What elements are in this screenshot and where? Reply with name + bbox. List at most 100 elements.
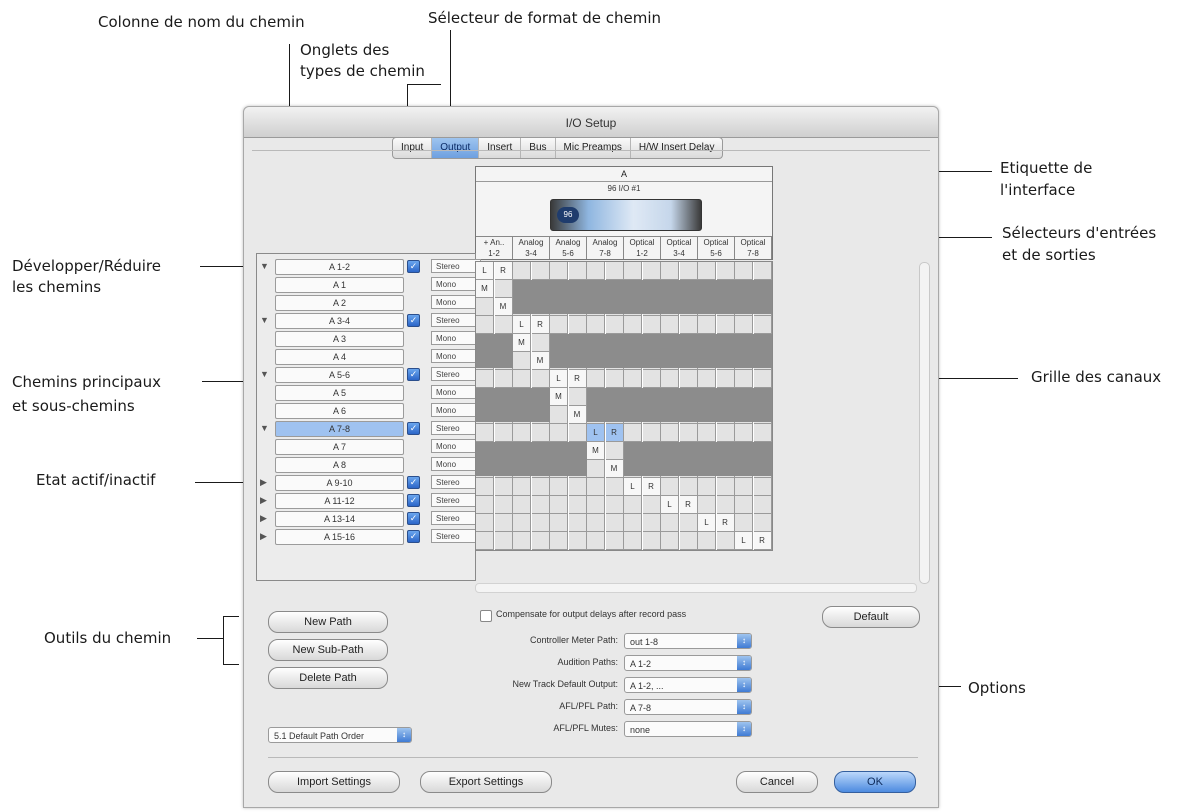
- new-sub-path-button[interactable]: New Sub-Path: [268, 639, 388, 661]
- active-state-checkbox[interactable]: ✓: [407, 422, 420, 435]
- grid-cell[interactable]: [642, 424, 661, 442]
- grid-cell[interactable]: [568, 262, 587, 280]
- grid-cell[interactable]: [587, 496, 605, 514]
- grid-cell[interactable]: [679, 514, 698, 532]
- grid-cell[interactable]: [698, 424, 716, 442]
- grid-cell[interactable]: [753, 262, 772, 280]
- channel-selector[interactable]: Optical 5-6: [698, 237, 735, 259]
- grid-cell[interactable]: [735, 478, 753, 496]
- option-dropdown[interactable]: none ↕: [624, 721, 752, 737]
- interface-label[interactable]: A: [476, 167, 772, 182]
- channel-selector[interactable]: Optical 1-2: [624, 237, 661, 259]
- grid-cell[interactable]: [476, 478, 494, 496]
- assigned-left-cell[interactable]: L: [661, 496, 679, 514]
- grid-cell[interactable]: [587, 532, 605, 550]
- assigned-left-cell[interactable]: L: [513, 316, 531, 334]
- path-name-field[interactable]: A 5-6: [275, 367, 404, 383]
- grid-cell[interactable]: [716, 496, 735, 514]
- grid-cell[interactable]: [494, 424, 513, 442]
- path-name-field[interactable]: A 2: [275, 295, 404, 311]
- tab-input[interactable]: Input: [393, 138, 433, 158]
- path-name-field[interactable]: A 15-16: [275, 529, 404, 545]
- assigned-mono-cell[interactable]: M: [513, 334, 531, 352]
- grid-cell[interactable]: [716, 478, 735, 496]
- grid-cell[interactable]: [605, 262, 624, 280]
- grid-cell[interactable]: [476, 424, 494, 442]
- path-format-selector[interactable]: Stereo: [431, 511, 481, 525]
- grid-cell[interactable]: [735, 370, 753, 388]
- assigned-left-cell[interactable]: L: [735, 532, 753, 550]
- path-format-selector[interactable]: Mono: [431, 385, 481, 399]
- grid-cell[interactable]: [531, 496, 550, 514]
- assigned-left-cell[interactable]: L: [476, 262, 494, 280]
- grid-cell[interactable]: [679, 370, 698, 388]
- grid-cell[interactable]: [494, 370, 513, 388]
- expand-triangle-icon[interactable]: ▶: [260, 513, 267, 524]
- grid-cell[interactable]: [531, 370, 550, 388]
- path-format-selector[interactable]: Mono: [431, 277, 481, 291]
- collapse-triangle-icon[interactable]: ▼: [260, 315, 269, 325]
- grid-cell[interactable]: [624, 316, 642, 334]
- path-name-field[interactable]: A 1: [275, 277, 404, 293]
- grid-cell[interactable]: [735, 262, 753, 280]
- path-format-selector[interactable]: Stereo: [431, 367, 481, 381]
- grid-cell[interactable]: [642, 316, 661, 334]
- grid-cell[interactable]: [661, 316, 679, 334]
- assigned-mono-cell[interactable]: M: [550, 388, 568, 406]
- path-format-selector[interactable]: Mono: [431, 331, 481, 345]
- grid-cell[interactable]: [605, 532, 624, 550]
- path-name-field[interactable]: A 8: [275, 457, 404, 473]
- option-dropdown[interactable]: A 1-2 ↕: [624, 655, 752, 671]
- active-state-checkbox[interactable]: ✓: [407, 494, 420, 507]
- ok-button[interactable]: OK: [834, 771, 916, 793]
- collapse-triangle-icon[interactable]: ▼: [260, 423, 269, 433]
- grid-cell[interactable]: [587, 478, 605, 496]
- assigned-mono-cell[interactable]: M: [605, 460, 624, 478]
- path-name-field[interactable]: A 6: [275, 403, 404, 419]
- grid-cell[interactable]: [753, 478, 772, 496]
- assigned-right-cell[interactable]: R: [642, 478, 661, 496]
- assigned-right-cell[interactable]: R: [716, 514, 735, 532]
- grid-cell[interactable]: [661, 370, 679, 388]
- grid-cell[interactable]: [661, 532, 679, 550]
- grid-cell[interactable]: [679, 478, 698, 496]
- grid-cell[interactable]: [476, 370, 494, 388]
- grid-cell[interactable]: [531, 514, 550, 532]
- grid-cell[interactable]: [661, 514, 679, 532]
- grid-cell[interactable]: [735, 316, 753, 334]
- path-format-selector[interactable]: Stereo: [431, 421, 481, 435]
- grid-cell[interactable]: [494, 478, 513, 496]
- grid-cell[interactable]: [550, 496, 568, 514]
- grid-cell[interactable]: [753, 496, 772, 514]
- grid-cell[interactable]: [716, 262, 735, 280]
- grid-cell[interactable]: [587, 460, 605, 478]
- grid-cell[interactable]: [679, 316, 698, 334]
- grid-cell[interactable]: [550, 406, 568, 424]
- assigned-right-cell[interactable]: R: [753, 532, 772, 550]
- grid-cell[interactable]: [605, 496, 624, 514]
- grid-cell[interactable]: [550, 262, 568, 280]
- grid-cell[interactable]: [605, 370, 624, 388]
- grid-cell[interactable]: [679, 262, 698, 280]
- assigned-right-cell[interactable]: R: [605, 424, 624, 442]
- grid-cell[interactable]: [605, 514, 624, 532]
- grid-cell[interactable]: [642, 262, 661, 280]
- assigned-mono-cell[interactable]: M: [476, 280, 494, 298]
- grid-cell[interactable]: [568, 316, 587, 334]
- channel-selector[interactable]: Analog 7-8: [587, 237, 624, 259]
- horizontal-scrollbar[interactable]: [475, 583, 917, 593]
- grid-cell[interactable]: [476, 298, 494, 316]
- path-name-field[interactable]: A 5: [275, 385, 404, 401]
- active-state-checkbox[interactable]: ✓: [407, 530, 420, 543]
- grid-cell[interactable]: [494, 532, 513, 550]
- grid-cell[interactable]: [642, 514, 661, 532]
- grid-cell[interactable]: [698, 478, 716, 496]
- path-name-field[interactable]: A 7: [275, 439, 404, 455]
- grid-cell[interactable]: [513, 262, 531, 280]
- path-name-field[interactable]: A 4: [275, 349, 404, 365]
- grid-cell[interactable]: [513, 370, 531, 388]
- grid-cell[interactable]: [494, 496, 513, 514]
- grid-cell[interactable]: [513, 424, 531, 442]
- grid-cell[interactable]: [624, 370, 642, 388]
- grid-cell[interactable]: [642, 370, 661, 388]
